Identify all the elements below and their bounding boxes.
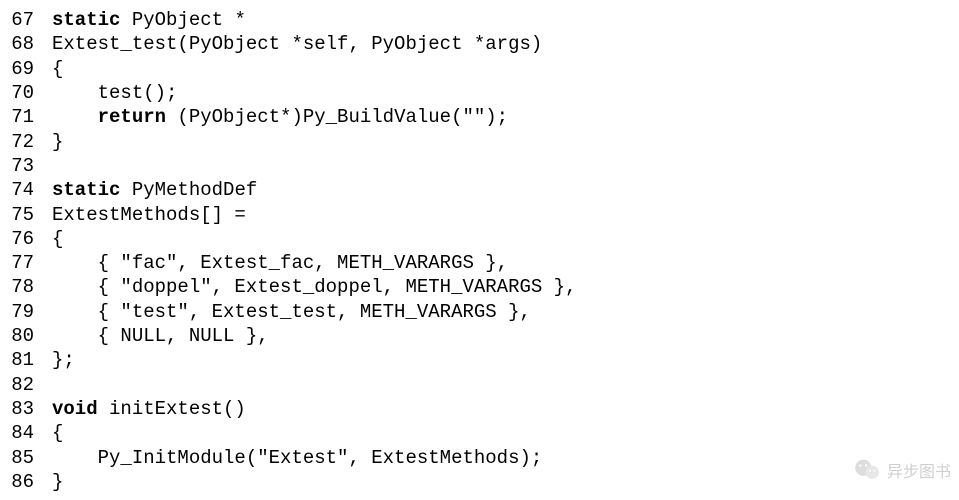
code-content: return (PyObject*)Py_BuildValue(""); — [52, 105, 959, 129]
line-number: 85 — [0, 446, 52, 470]
code-line: 78 { "doppel", Extest_doppel, METH_VARAR… — [0, 275, 959, 299]
code-content: Py_InitModule("Extest", ExtestMethods); — [52, 446, 959, 470]
code-line: 82 — [0, 373, 959, 397]
line-number: 76 — [0, 227, 52, 251]
code-content: } — [52, 130, 959, 154]
code-line: 85 Py_InitModule("Extest", ExtestMethods… — [0, 446, 959, 470]
code-content: static PyMethodDef — [52, 178, 959, 202]
line-number: 74 — [0, 178, 52, 202]
code-text: }; — [52, 349, 75, 371]
line-number: 81 — [0, 348, 52, 372]
code-text: PyMethodDef — [120, 179, 257, 201]
line-number: 86 — [0, 470, 52, 494]
code-content: Extest_test(PyObject *self, PyObject *ar… — [52, 32, 959, 56]
code-text: (PyObject*)Py_BuildValue(""); — [166, 106, 508, 128]
line-number: 82 — [0, 373, 52, 397]
code-text: test(); — [52, 82, 177, 104]
code-line: 70 test(); — [0, 81, 959, 105]
line-number: 72 — [0, 130, 52, 154]
watermark: 异步图书 — [853, 456, 951, 490]
code-text: { "test", Extest_test, METH_VARARGS }, — [52, 301, 531, 323]
code-text: { "doppel", Extest_doppel, METH_VARARGS … — [52, 276, 577, 298]
line-number: 83 — [0, 397, 52, 421]
code-content: void initExtest() — [52, 397, 959, 421]
code-line: 86} — [0, 470, 959, 494]
code-text: ExtestMethods[] = — [52, 204, 246, 226]
code-line: 68Extest_test(PyObject *self, PyObject *… — [0, 32, 959, 56]
code-listing: 67static PyObject *68Extest_test(PyObjec… — [0, 8, 959, 494]
code-content: { — [52, 227, 959, 251]
code-text — [52, 106, 98, 128]
code-content: test(); — [52, 81, 959, 105]
code-text: { — [52, 228, 63, 250]
line-number: 68 — [0, 32, 52, 56]
code-content: { — [52, 421, 959, 445]
code-line: 74static PyMethodDef — [0, 178, 959, 202]
code-content: } — [52, 470, 959, 494]
code-line: 79 { "test", Extest_test, METH_VARARGS }… — [0, 300, 959, 324]
code-content — [52, 373, 959, 397]
code-text: { NULL, NULL }, — [52, 325, 269, 347]
code-content: { NULL, NULL }, — [52, 324, 959, 348]
keyword: return — [98, 106, 166, 128]
line-number: 69 — [0, 57, 52, 81]
line-number: 84 — [0, 421, 52, 445]
code-line: 81}; — [0, 348, 959, 372]
line-number: 77 — [0, 251, 52, 275]
line-number: 70 — [0, 81, 52, 105]
code-line: 77 { "fac", Extest_fac, METH_VARARGS }, — [0, 251, 959, 275]
code-content: { "test", Extest_test, METH_VARARGS }, — [52, 300, 959, 324]
keyword: void — [52, 398, 98, 420]
code-line: 73 — [0, 154, 959, 178]
code-line: 76{ — [0, 227, 959, 251]
code-text: initExtest() — [98, 398, 246, 420]
code-content — [52, 154, 959, 178]
line-number: 79 — [0, 300, 52, 324]
code-text: { "fac", Extest_fac, METH_VARARGS }, — [52, 252, 508, 274]
code-line: 72} — [0, 130, 959, 154]
line-number: 67 — [0, 8, 52, 32]
code-content: { "fac", Extest_fac, METH_VARARGS }, — [52, 251, 959, 275]
code-text: } — [52, 131, 63, 153]
code-line: 69{ — [0, 57, 959, 81]
code-line: 84{ — [0, 421, 959, 445]
line-number: 80 — [0, 324, 52, 348]
code-content: static PyObject * — [52, 8, 959, 32]
line-number: 75 — [0, 203, 52, 227]
code-text: Py_InitModule("Extest", ExtestMethods); — [52, 447, 542, 469]
watermark-text: 异步图书 — [887, 463, 951, 483]
code-content: { — [52, 57, 959, 81]
code-content: { "doppel", Extest_doppel, METH_VARARGS … — [52, 275, 959, 299]
code-line: 71 return (PyObject*)Py_BuildValue(""); — [0, 105, 959, 129]
keyword: static — [52, 179, 120, 201]
code-text: { — [52, 422, 63, 444]
keyword: static — [52, 9, 120, 31]
code-line: 83void initExtest() — [0, 397, 959, 421]
line-number: 78 — [0, 275, 52, 299]
code-text: { — [52, 58, 63, 80]
code-line: 75ExtestMethods[] = — [0, 203, 959, 227]
code-text: PyObject * — [120, 9, 245, 31]
code-line: 67static PyObject * — [0, 8, 959, 32]
code-text: Extest_test(PyObject *self, PyObject *ar… — [52, 33, 542, 55]
line-number: 73 — [0, 154, 52, 178]
code-line: 80 { NULL, NULL }, — [0, 324, 959, 348]
code-text: } — [52, 471, 63, 493]
code-content: ExtestMethods[] = — [52, 203, 959, 227]
line-number: 71 — [0, 105, 52, 129]
wechat-icon — [853, 456, 881, 490]
code-content: }; — [52, 348, 959, 372]
